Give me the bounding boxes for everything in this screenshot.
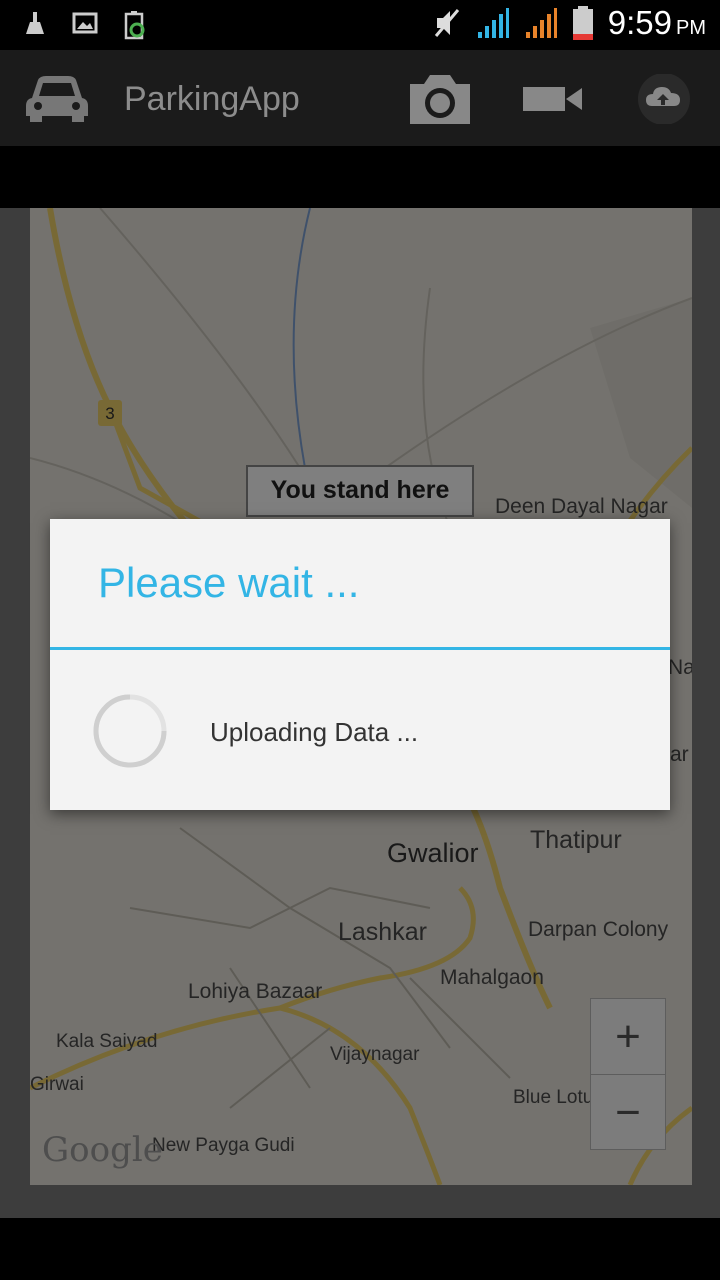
dialog-divider (50, 647, 670, 650)
dialog-title: Please wait ... (98, 559, 360, 606)
cleaner-notification-icon (26, 12, 44, 34)
action-bar: ParkingApp (0, 50, 720, 146)
dialog-message: Uploading Data ... (210, 717, 419, 747)
battery-saver-notification-icon (124, 11, 145, 40)
status-time: 9:59 PM (607, 4, 706, 41)
signal-sim2-icon (525, 8, 557, 38)
camera-icon[interactable] (406, 72, 474, 126)
loading-spinner-icon (93, 694, 167, 768)
cloud-upload-icon[interactable] (636, 74, 692, 124)
gallery-notification-icon (72, 12, 98, 34)
battery-icon (572, 6, 593, 40)
car-icon[interactable] (24, 72, 90, 124)
status-bar: 9:59 PM (0, 0, 720, 50)
video-camera-icon[interactable] (522, 86, 584, 112)
content-spacer (0, 146, 720, 208)
progress-dialog: Please wait ... Uploading Data ... (50, 519, 670, 810)
signal-sim1-icon (477, 8, 509, 38)
mute-icon (434, 9, 459, 37)
app-title: ParkingApp (124, 80, 300, 118)
